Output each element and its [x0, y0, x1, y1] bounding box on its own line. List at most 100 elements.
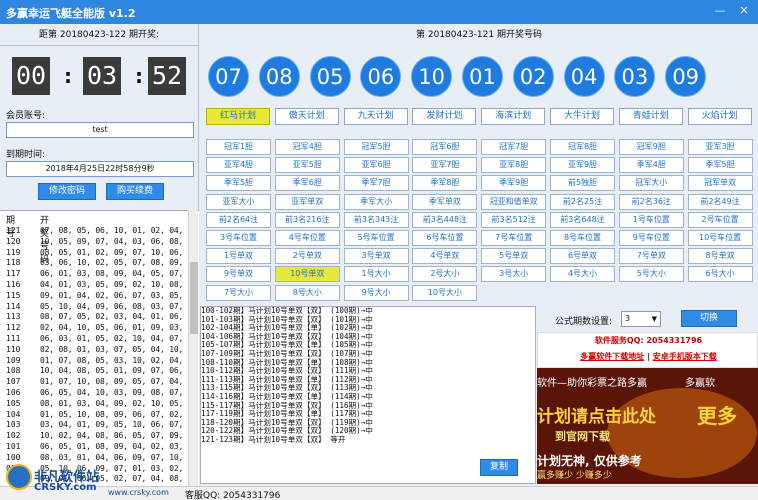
plan-button[interactable]: 7号单双 — [618, 248, 684, 265]
plan-button[interactable]: 亚军9胆 — [550, 157, 615, 174]
plan-button[interactable]: 季军单双 — [412, 193, 478, 210]
table-row[interactable]: 114 05, 10, 04, 09, 06, 08, 03, 07, 02, 0… — [6, 302, 186, 313]
plan-button[interactable]: 亚军3胆 — [687, 139, 753, 155]
plan-button[interactable]: 前3名648注 — [550, 211, 615, 228]
plan-button[interactable]: 9号单双 — [206, 266, 271, 283]
plan-button[interactable]: 3号车位置 — [206, 230, 271, 246]
member-field[interactable]: test — [6, 122, 194, 138]
plan-button[interactable]: 冠军9胆 — [618, 139, 684, 155]
plan-button[interactable]: 季军7胆 — [343, 175, 409, 192]
close-icon[interactable]: ✕ — [736, 3, 752, 19]
table-row[interactable]: 113 08, 07, 05, 02, 03, 04, 01, 06, 09, 1… — [6, 312, 186, 323]
table-row[interactable]: 121 07, 08, 05, 06, 10, 01, 02, 04, 03, 0… — [6, 226, 186, 237]
scroll-thumb[interactable] — [190, 262, 198, 334]
plan-button[interactable]: 亚军7胆 — [412, 157, 478, 174]
table-row[interactable]: 117 06, 01, 03, 08, 09, 04, 05, 07, 10, 0… — [6, 269, 186, 280]
plan-button[interactable]: 9号车位置 — [618, 230, 684, 246]
table-row[interactable]: 102 10, 02, 04, 08, 06, 05, 07, 09, 03, 0… — [6, 431, 186, 442]
plan-button[interactable]: 3号大小 — [481, 266, 547, 283]
plan-button[interactable]: 8号大小 — [274, 284, 340, 301]
plan-button[interactable]: 3号单双 — [343, 248, 409, 265]
table-row[interactable]: 119 08, 05, 01, 02, 09, 07, 10, 06, 03, 0… — [6, 248, 186, 259]
plan-button[interactable]: 冠军7胆 — [481, 139, 547, 155]
tab-plan[interactable]: 青蛙计划 — [618, 108, 683, 125]
plan-button[interactable]: 冠军单双 — [687, 175, 753, 192]
plan-button[interactable]: 1号大小 — [343, 266, 409, 283]
plan-button[interactable]: 冠军大小 — [618, 175, 684, 192]
table-row[interactable]: 118 03, 06, 10, 02, 05, 07, 08, 09, 04, 0… — [6, 258, 186, 269]
switch-button[interactable]: 切换 — [681, 310, 737, 327]
table-row[interactable]: 101 06, 05, 01, 08, 09, 04, 02, 03, 10, 0… — [6, 442, 186, 453]
plan-button[interactable]: 6号车位置 — [412, 230, 478, 246]
mobile-link[interactable]: 安卓手机版本下载 — [653, 352, 717, 361]
plan-button[interactable]: 1号车位置 — [618, 211, 684, 228]
plan-button[interactable]: 4号车位置 — [274, 230, 340, 246]
plan-button[interactable]: 前5独胆 — [550, 175, 615, 192]
tab-plan[interactable]: 火焰计划 — [687, 108, 752, 125]
plan-button[interactable]: 亚军单双 — [274, 193, 340, 210]
plan-button[interactable]: 季军8胆 — [412, 175, 478, 192]
table-row[interactable]: 107 01, 07, 10, 08, 09, 05, 07, 04, 02, 0… — [6, 377, 186, 388]
plan-button[interactable]: 前3名343注 — [343, 211, 409, 228]
plan-button[interactable]: 前2名36注 — [618, 193, 684, 210]
plan-button[interactable]: 冠军4胆 — [274, 139, 340, 155]
plan-button[interactable]: 亚军8胆 — [481, 157, 547, 174]
plan-button[interactable]: 10号车位置 — [687, 230, 753, 246]
plan-button[interactable]: 亚军5胆 — [274, 157, 340, 174]
plan-button[interactable]: 前2名25注 — [550, 193, 615, 210]
table-row[interactable]: 108 10, 04, 08, 05, 01, 09, 07, 06, 03, 0… — [6, 366, 186, 377]
plan-button[interactable]: 亚军6胆 — [343, 157, 409, 174]
table-row[interactable]: 103 03, 04, 01, 09, 05, 10, 06, 07, 08, 0… — [6, 420, 186, 431]
tab-plan[interactable]: 红马计划 — [206, 108, 270, 125]
plan-button[interactable]: 季军大小 — [343, 193, 409, 210]
plan-button[interactable]: 4号单双 — [412, 248, 478, 265]
plan-button[interactable]: 冠亚和值单双 — [481, 193, 547, 210]
plan-button[interactable]: 2号车位置 — [687, 211, 753, 228]
plan-button[interactable]: 季军9胆 — [481, 175, 547, 192]
table-row[interactable]: 120 10, 05, 09, 07, 04, 03, 06, 08, 02, 0… — [6, 237, 186, 248]
plan-button[interactable]: 前2名64注 — [206, 211, 271, 228]
tab-plan[interactable]: 发财计划 — [412, 108, 477, 125]
table-row[interactable]: 110 02, 08, 01, 03, 07, 05, 04, 10, 06, 0… — [6, 345, 186, 356]
list-scrollbar[interactable] — [188, 210, 198, 486]
change-password-button[interactable]: 修改密码 — [38, 183, 96, 200]
plan-button[interactable]: 5号车位置 — [343, 230, 409, 246]
plan-button[interactable]: 8号单双 — [687, 248, 753, 265]
plan-button[interactable]: 2号大小 — [412, 266, 478, 283]
table-row[interactable]: 112 02, 04, 10, 05, 06, 01, 09, 03, 08, 0… — [6, 323, 186, 334]
plan-button[interactable]: 冠军8胆 — [550, 139, 615, 155]
plan-button[interactable]: 前3名216注 — [274, 211, 340, 228]
plan-button[interactable]: 4号大小 — [550, 266, 615, 283]
table-row[interactable]: 111 06, 03, 01, 05, 02, 10, 04, 07, 08, 0… — [6, 334, 186, 345]
minimize-icon[interactable]: — — [712, 3, 728, 19]
plan-button[interactable]: 10号大小 — [412, 284, 478, 301]
service-qq[interactable]: 软件服务QQ: 2054331796 — [538, 335, 758, 346]
plan-button[interactable]: 季军4胆 — [618, 157, 684, 174]
plan-button[interactable]: 亚军4胆 — [206, 157, 271, 174]
table-row[interactable]: 106 06, 05, 04, 10, 03, 09, 08, 07, 01, 0… — [6, 388, 186, 399]
table-row[interactable]: 115 09, 01, 04, 02, 06, 07, 03, 05, 10, 0… — [6, 291, 186, 302]
plan-button[interactable]: 前2名49注 — [687, 193, 753, 210]
ad-banner[interactable]: 软件—助你彩票之路多赢 多赢软 计划请点击此处 更多 到官网下载 计划无神, 仅… — [537, 368, 758, 484]
plan-button[interactable]: 7号车位置 — [481, 230, 547, 246]
plan-button[interactable]: 冠军6胆 — [412, 139, 478, 155]
plan-button[interactable]: 前3名512注 — [481, 211, 547, 228]
tab-plan[interactable]: 傲天计划 — [274, 108, 339, 125]
plan-button[interactable]: 季军5胆 — [206, 175, 271, 192]
buy-renew-button[interactable]: 购买续费 — [106, 183, 164, 200]
table-row[interactable]: 104 01, 05, 10, 08, 09, 06, 07, 02, 03, 0… — [6, 410, 186, 421]
plan-button[interactable]: 季军6胆 — [274, 175, 340, 192]
plan-button[interactable]: 冠军5胆 — [343, 139, 409, 155]
plan-button[interactable]: 9号大小 — [343, 284, 409, 301]
table-row[interactable]: 116 04, 01, 03, 05, 09, 02, 10, 08, 07, 0… — [6, 280, 186, 291]
plan-button[interactable]: 5号大小 — [618, 266, 684, 283]
plan-button[interactable]: 5号单双 — [481, 248, 547, 265]
tab-plan[interactable]: 九天计划 — [343, 108, 408, 125]
table-row[interactable]: 105 08, 01, 03, 04, 09, 02, 10, 05, 06, 0… — [6, 399, 186, 410]
download-link[interactable]: 多赢软件下载地址 — [580, 352, 644, 361]
plan-button[interactable]: 冠军1胆 — [206, 139, 271, 155]
plan-button[interactable]: 8号车位置 — [550, 230, 615, 246]
copy-button[interactable]: 复制 — [480, 459, 518, 476]
plan-button[interactable]: 季军5胆 — [687, 157, 753, 174]
plan-button[interactable]: 6号单双 — [550, 248, 615, 265]
